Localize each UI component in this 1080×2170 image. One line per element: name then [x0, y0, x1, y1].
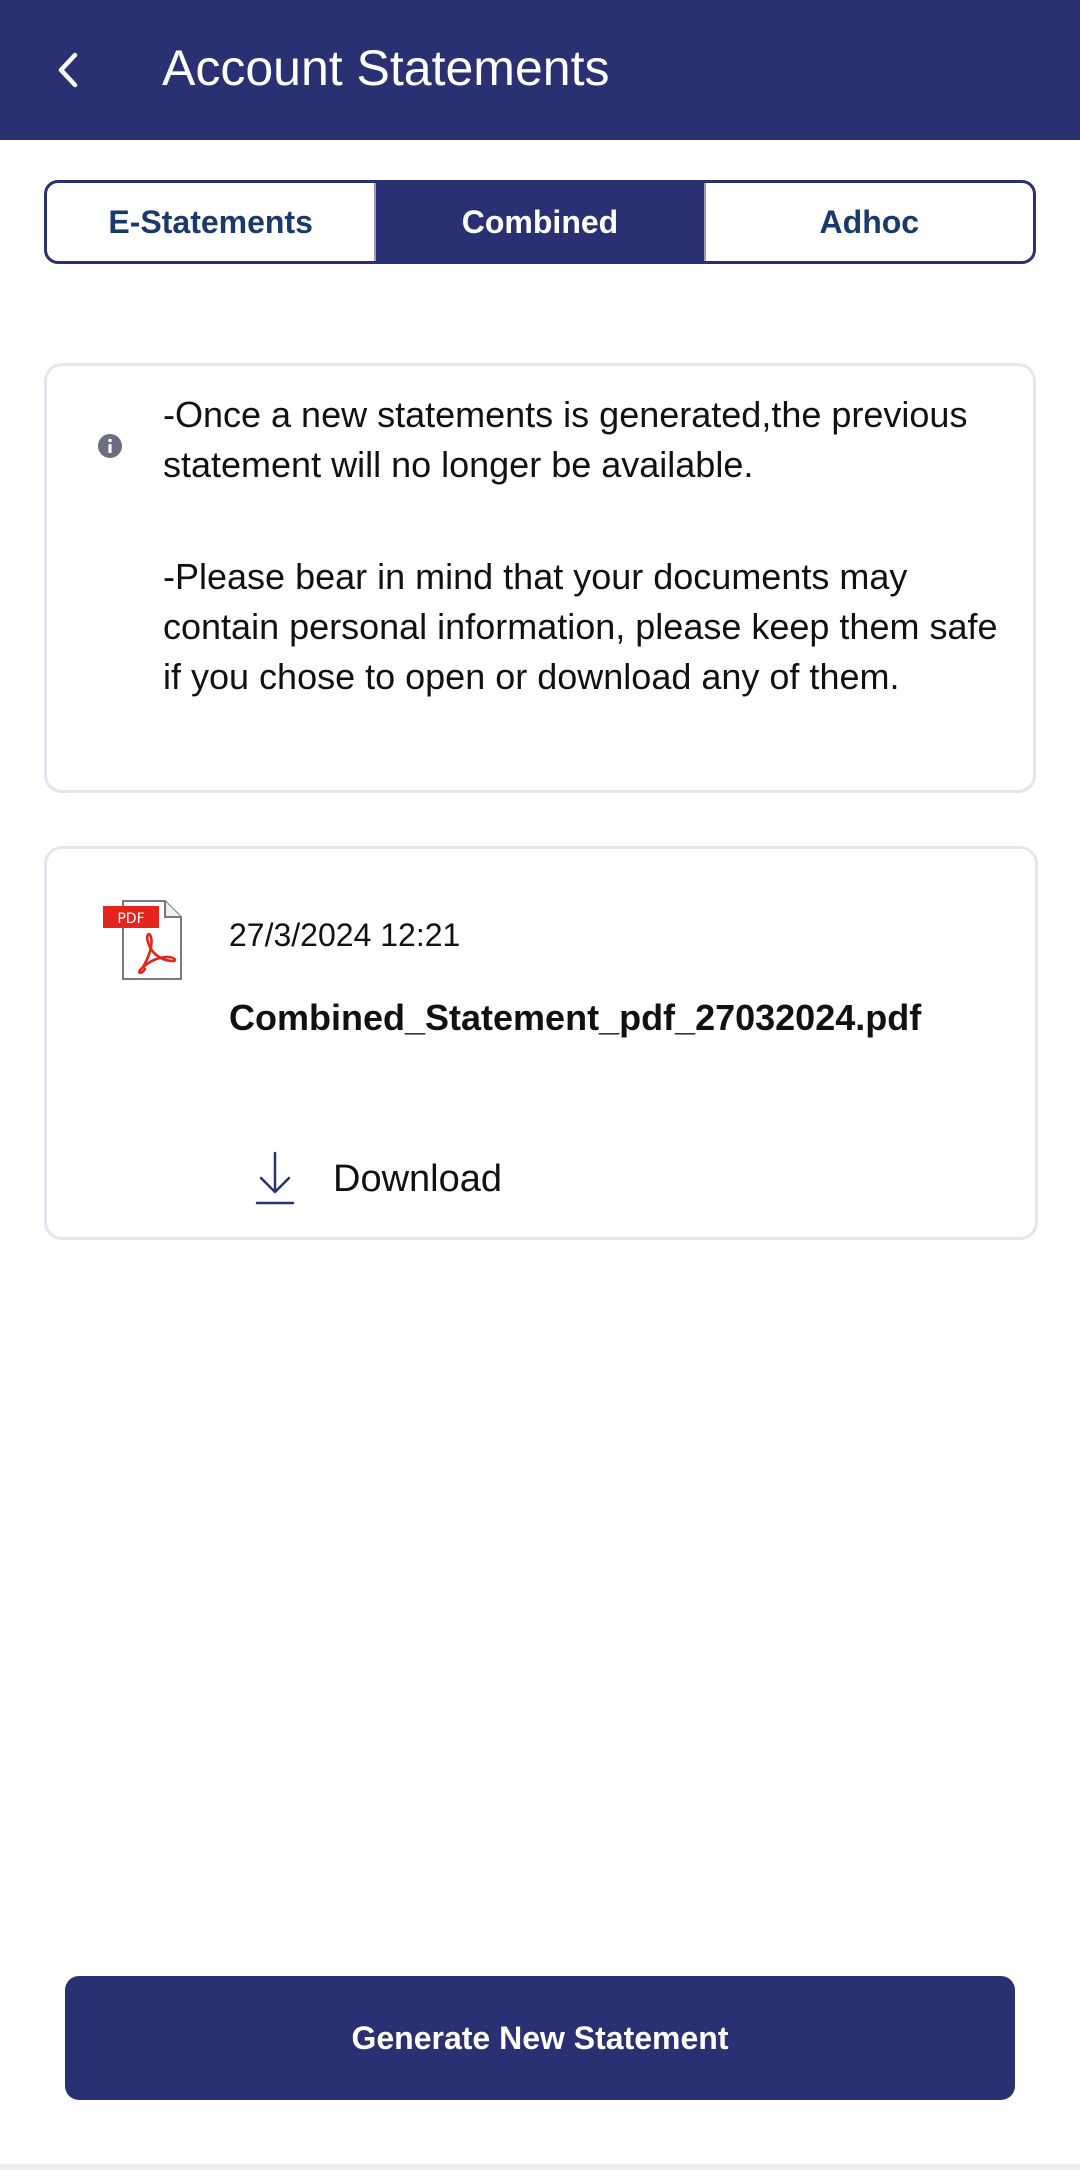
tab-combined[interactable]: Combined [374, 183, 704, 261]
statement-date: 27/3/2024 12:21 [229, 917, 461, 953]
statement-file-card[interactable]: PDF 27/3/2024 12:21 Combined_Statement_p… [44, 846, 1038, 1240]
download-label: Download [333, 1157, 502, 1200]
statement-file-name[interactable]: Combined_Statement_pdf_27032024.pdf [229, 995, 921, 1041]
notice-paragraph: -Please bear in mind that your documents… [163, 556, 998, 697]
svg-text:PDF: PDF [117, 911, 144, 927]
chevron-left-icon [58, 52, 78, 88]
bottom-divider [0, 2164, 1080, 2170]
notice-card: -Once a new statements is generated,the … [44, 363, 1036, 793]
info-icon [98, 434, 122, 458]
download-icon [255, 1151, 295, 1205]
notice-paragraph: -Once a new statements is generated,the … [163, 394, 968, 485]
tab-adhoc[interactable]: Adhoc [703, 183, 1033, 261]
notice-text: -Once a new statements is generated,the … [163, 390, 1023, 702]
back-button[interactable] [36, 34, 100, 106]
pdf-icon: PDF [103, 900, 182, 980]
app-bar: Account Statements [0, 0, 1080, 140]
page-title: Account Statements [162, 40, 610, 96]
statement-tabs: E-Statements Combined Adhoc [44, 180, 1036, 264]
generate-new-statement-button[interactable]: Generate New Statement [65, 1976, 1015, 2100]
tab-e-statements[interactable]: E-Statements [47, 183, 374, 261]
download-button[interactable]: Download [253, 1149, 502, 1209]
